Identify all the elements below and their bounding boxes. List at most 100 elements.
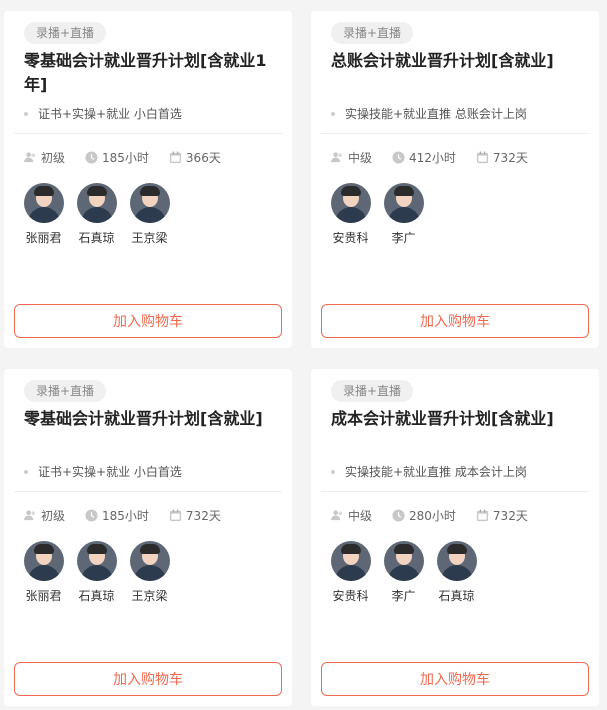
level-icon bbox=[331, 510, 343, 521]
teacher-avatar bbox=[76, 183, 117, 223]
teacher[interactable]: 张丽君 bbox=[22, 183, 65, 246]
hours-meta: 185小时 bbox=[85, 507, 149, 524]
level-meta: 中级 bbox=[331, 507, 372, 524]
course-title[interactable]: 总账会计就业晋升计划[含就业] bbox=[331, 49, 583, 73]
teacher-avatar bbox=[129, 183, 170, 223]
days-text: 732天 bbox=[185, 509, 221, 523]
course-card[interactable]: 录播+直播 成本会计就业晋升计划[含就业] 实操技能+就业直推 成本会计上岗 中… bbox=[311, 369, 599, 706]
teacher-list: 安贵科 李广 石真琼 bbox=[329, 541, 478, 604]
teacher-list: 张丽君 石真琼 王京梁 bbox=[22, 183, 171, 246]
add-to-cart-button[interactable]: 加入购物车 bbox=[321, 304, 589, 338]
teacher-name: 石真琼 bbox=[78, 231, 115, 245]
course-subtitle-text: 证书+实操+就业 小白首选 bbox=[38, 465, 182, 479]
teacher-avatar bbox=[330, 541, 371, 581]
hours-text: 412小时 bbox=[409, 151, 456, 165]
teacher-name: 张丽君 bbox=[25, 589, 62, 603]
divider bbox=[14, 133, 282, 134]
add-to-cart-button[interactable]: 加入购物车 bbox=[321, 662, 589, 696]
course-subtitle-text: 实操技能+就业直推 成本会计上岗 bbox=[345, 465, 527, 479]
bullet-dot bbox=[24, 469, 28, 474]
bullet-dot bbox=[331, 469, 335, 474]
level-meta: 初级 bbox=[24, 507, 65, 524]
teacher[interactable]: 王京梁 bbox=[128, 541, 171, 604]
level-meta: 中级 bbox=[331, 149, 372, 166]
teacher-name: 王京梁 bbox=[131, 589, 168, 603]
course-subtitle: 证书+实操+就业 小白首选 bbox=[24, 105, 182, 122]
clock-icon bbox=[85, 509, 98, 522]
teacher-name: 张丽君 bbox=[25, 231, 62, 245]
teacher[interactable]: 石真琼 bbox=[75, 183, 118, 246]
level-text: 中级 bbox=[348, 151, 373, 165]
bullet-dot bbox=[24, 111, 28, 116]
level-meta: 初级 bbox=[24, 149, 65, 166]
teacher[interactable]: 安贵科 bbox=[329, 183, 372, 246]
course-subtitle: 实操技能+就业直推 成本会计上岗 bbox=[331, 463, 527, 480]
teacher-avatar bbox=[330, 183, 371, 223]
level-text: 初级 bbox=[41, 151, 66, 165]
teacher[interactable]: 李广 bbox=[382, 183, 425, 246]
course-subtitle: 证书+实操+就业 小白首选 bbox=[24, 463, 182, 480]
clock-icon bbox=[392, 509, 405, 522]
course-type-tag: 录播+直播 bbox=[24, 380, 107, 402]
teacher[interactable]: 李广 bbox=[382, 541, 425, 604]
hours-meta: 280小时 bbox=[392, 507, 456, 524]
teacher-name: 安贵科 bbox=[332, 231, 369, 245]
hours-meta: 412小时 bbox=[392, 149, 456, 166]
bullet-dot bbox=[331, 111, 335, 116]
teacher-name: 石真琼 bbox=[438, 589, 475, 603]
calendar-icon bbox=[476, 509, 488, 522]
teacher[interactable]: 王京梁 bbox=[128, 183, 171, 246]
teacher-avatar bbox=[23, 183, 64, 223]
level-icon bbox=[331, 152, 343, 163]
days-text: 732天 bbox=[492, 151, 528, 165]
course-card[interactable]: 录播+直播 零基础会计就业晋升计划[含就业1年] 证书+实操+就业 小白首选 初… bbox=[4, 11, 292, 348]
clock-icon bbox=[85, 151, 98, 164]
calendar-icon bbox=[169, 509, 181, 522]
teacher[interactable]: 石真琼 bbox=[75, 541, 118, 604]
course-card[interactable]: 录播+直播 总账会计就业晋升计划[含就业] 实操技能+就业直推 总账会计上岗 中… bbox=[311, 11, 599, 348]
level-text: 中级 bbox=[348, 509, 373, 523]
teacher-list: 安贵科 李广 bbox=[329, 183, 425, 246]
teacher[interactable]: 安贵科 bbox=[329, 541, 372, 604]
teacher-avatar bbox=[23, 541, 64, 581]
days-text: 366天 bbox=[185, 151, 221, 165]
level-icon bbox=[24, 510, 36, 521]
course-subtitle: 实操技能+就业直推 总账会计上岗 bbox=[331, 105, 527, 122]
teacher-name: 石真琼 bbox=[78, 589, 115, 603]
teacher-avatar bbox=[383, 183, 424, 223]
add-to-cart-button[interactable]: 加入购物车 bbox=[14, 304, 282, 338]
level-text: 初级 bbox=[41, 509, 66, 523]
course-grid: 录播+直播 零基础会计就业晋升计划[含就业1年] 证书+实操+就业 小白首选 初… bbox=[0, 0, 607, 710]
calendar-icon bbox=[476, 151, 488, 164]
course-type-tag: 录播+直播 bbox=[331, 22, 414, 44]
course-subtitle-text: 证书+实操+就业 小白首选 bbox=[38, 107, 182, 121]
teacher[interactable]: 张丽君 bbox=[22, 541, 65, 604]
hours-text: 280小时 bbox=[409, 509, 456, 523]
days-meta: 732天 bbox=[476, 149, 528, 166]
teacher-name: 王京梁 bbox=[131, 231, 168, 245]
hours-meta: 185小时 bbox=[85, 149, 149, 166]
hours-text: 185小时 bbox=[102, 509, 149, 523]
teacher-list: 张丽君 石真琼 王京梁 bbox=[22, 541, 171, 604]
course-meta: 初级 185小时 366天 bbox=[24, 149, 221, 166]
course-card[interactable]: 录播+直播 零基础会计就业晋升计划[含就业] 证书+实操+就业 小白首选 初级 … bbox=[4, 369, 292, 706]
teacher-avatar bbox=[129, 541, 170, 581]
course-meta: 中级 280小时 732天 bbox=[331, 507, 528, 524]
days-meta: 732天 bbox=[476, 507, 528, 524]
add-to-cart-button[interactable]: 加入购物车 bbox=[14, 662, 282, 696]
divider bbox=[321, 133, 589, 134]
hours-text: 185小时 bbox=[102, 151, 149, 165]
course-type-tag: 录播+直播 bbox=[331, 380, 414, 402]
teacher-name: 安贵科 bbox=[332, 589, 369, 603]
clock-icon bbox=[392, 151, 405, 164]
teacher-name: 李广 bbox=[391, 589, 416, 603]
teacher-avatar bbox=[383, 541, 424, 581]
days-meta: 732天 bbox=[169, 507, 221, 524]
course-meta: 中级 412小时 732天 bbox=[331, 149, 528, 166]
teacher-avatar bbox=[436, 541, 477, 581]
course-title[interactable]: 成本会计就业晋升计划[含就业] bbox=[331, 407, 583, 431]
course-title[interactable]: 零基础会计就业晋升计划[含就业1年] bbox=[24, 49, 276, 97]
course-title[interactable]: 零基础会计就业晋升计划[含就业] bbox=[24, 407, 276, 431]
teacher[interactable]: 石真琼 bbox=[435, 541, 478, 604]
divider bbox=[321, 491, 589, 492]
